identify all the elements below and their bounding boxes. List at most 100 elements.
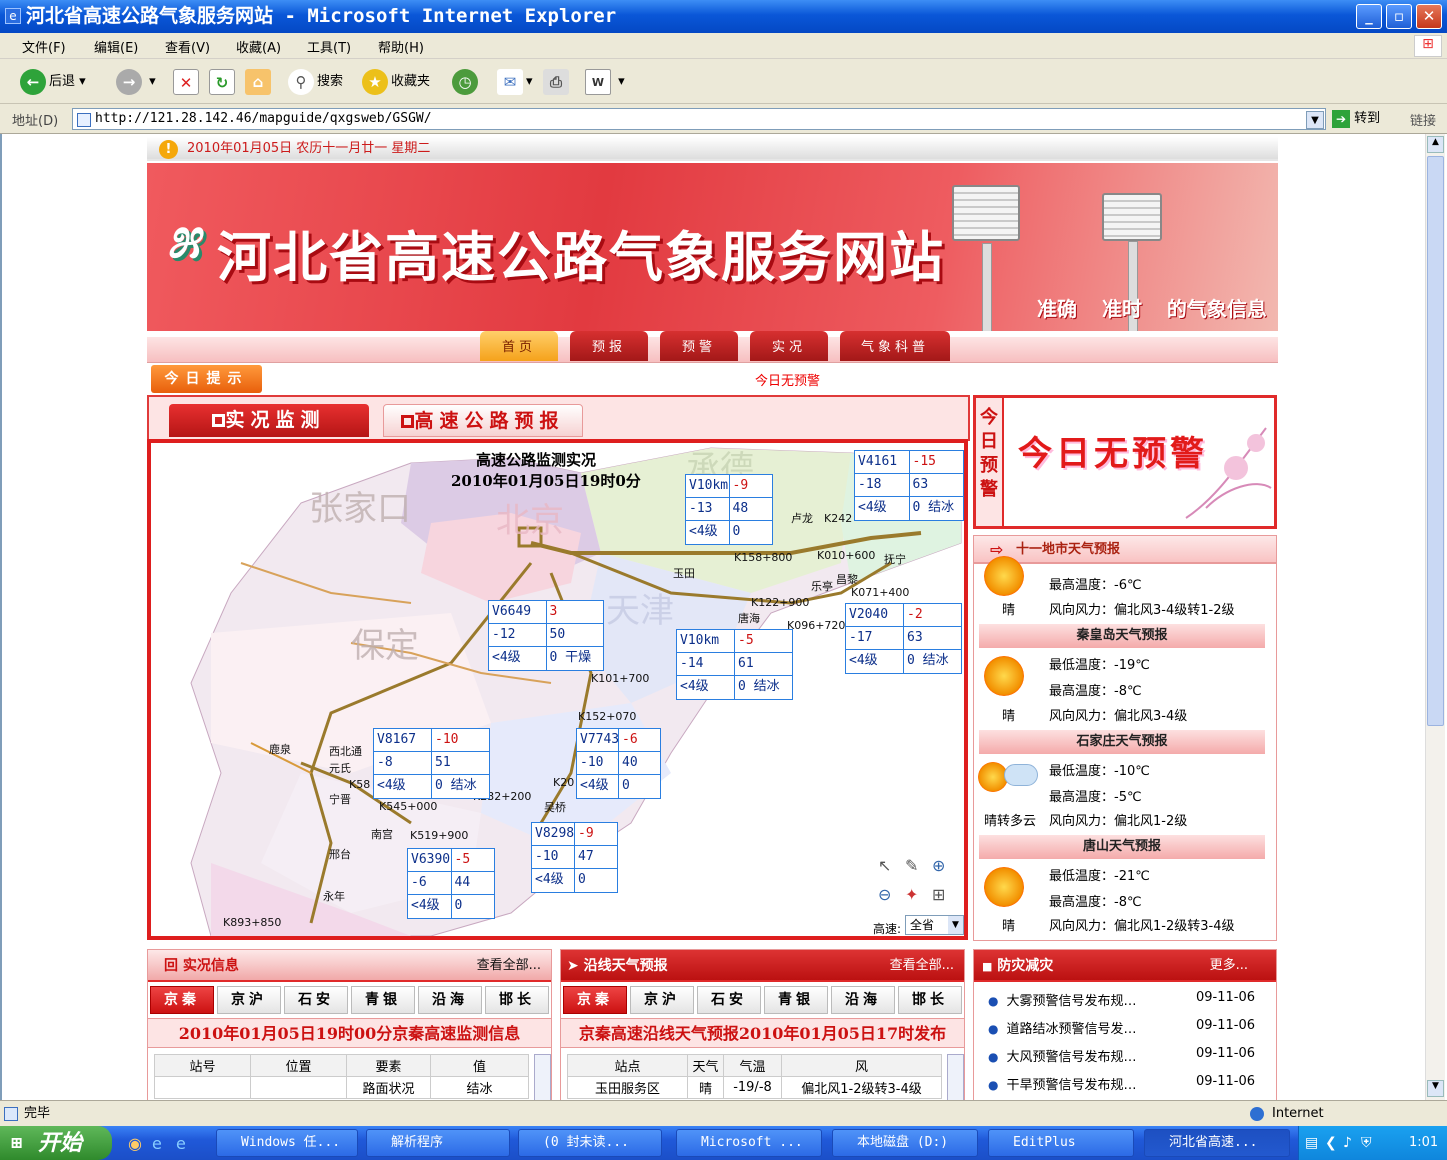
table-scrollbar[interactable] <box>534 1054 551 1101</box>
ie-quicklaunch-icon[interactable]: e <box>176 1134 186 1153</box>
search-button[interactable]: ⚲ 搜索 <box>288 67 343 97</box>
fit-icon[interactable]: ⊞ <box>932 885 945 904</box>
news-item[interactable]: ● 干旱预警信号发布规… <box>988 1074 1137 1093</box>
zoom-in-icon[interactable]: ⊕ <box>932 856 945 875</box>
taskbar-item[interactable]: (0 封未读... <box>518 1129 662 1157</box>
menu-edit[interactable]: 编辑(E) <box>94 37 138 56</box>
flower-decoration-icon <box>1185 427 1272 519</box>
shield-icon[interactable]: ⛨ <box>1361 1126 1372 1160</box>
mail-button[interactable]: ✉ ▾ <box>497 67 533 97</box>
road-tab[interactable]: 京秦 <box>563 986 627 1014</box>
menu-view[interactable]: 查看(V) <box>165 37 210 56</box>
road-tab[interactable]: 邯长 <box>485 986 549 1014</box>
print-button[interactable]: ⎙ <box>543 67 572 97</box>
scroll-thumb[interactable] <box>1427 156 1444 726</box>
taskbar-item[interactable]: 解析程序 <box>366 1129 510 1157</box>
vertical-scrollbar[interactable]: ▲ ▼ <box>1425 134 1445 1100</box>
menu-tools[interactable]: 工具(T) <box>307 37 351 56</box>
road-tab[interactable]: 沿海 <box>418 986 482 1014</box>
firefox-icon[interactable]: ◉ <box>128 1134 142 1153</box>
map-label: K158+800 <box>734 551 793 564</box>
sky-condition: 晴 <box>1002 919 1016 934</box>
nav-home[interactable]: 首页 <box>480 331 558 361</box>
city-forecast-title[interactable]: 石家庄天气预报 <box>979 730 1265 754</box>
road-tab[interactable]: 京沪 <box>630 986 694 1014</box>
road-tab[interactable]: 青银 <box>764 986 828 1014</box>
edit-button[interactable]: W ▾ <box>585 67 625 97</box>
links-label[interactable]: 链接 <box>1410 110 1436 129</box>
station-box[interactable]: V2040 -2 -17 63 <4级 0 结冰 <box>845 603 962 674</box>
station-box[interactable]: V8298 -9 -10 47 <4级 0 <box>531 822 618 893</box>
min-temp: 最低温度：-10℃ <box>1049 764 1150 779</box>
menu-file[interactable]: 文件(F) <box>22 37 66 56</box>
zoom-out-icon[interactable]: ⊖ <box>878 885 891 904</box>
nav-forecast[interactable]: 预报 <box>570 331 648 361</box>
start-button[interactable]: ⊞ 开始 <box>0 1126 112 1160</box>
highway-map[interactable]: 高速公路监测实况 2010年01月05日19时0分 张家口 北京 承德 天津 保… <box>147 439 968 940</box>
station-box[interactable]: V7743 -6 -10 40 <4级 0 <box>576 728 661 799</box>
forward-button[interactable]: → ▾ <box>116 67 156 97</box>
speaker-icon[interactable]: ♪ <box>1343 1126 1352 1160</box>
window-title-bar[interactable]: 河北省高速公路气象服务网站 - Microsoft Internet Explo… <box>0 0 1447 33</box>
scroll-down-arrow-icon[interactable]: ▼ <box>1427 1080 1444 1097</box>
road-tab[interactable]: 邯长 <box>898 986 962 1014</box>
nav-science[interactable]: 气象科普 <box>840 331 950 361</box>
taskbar-item[interactable]: Windows 任... <box>216 1129 358 1157</box>
back-button[interactable]: ← 后退 ▾ <box>20 67 86 97</box>
taskbar-item-active[interactable]: 河北省高速... <box>1144 1129 1290 1157</box>
disaster-more-link[interactable]: 更多... <box>1210 950 1248 982</box>
nav-live[interactable]: 实况 <box>750 331 828 361</box>
station-box[interactable]: V6649 3 -12 50 <4级 0 干燥 <box>488 600 604 671</box>
road-tab[interactable]: 京沪 <box>217 986 281 1014</box>
go-button[interactable]: ➔ 转到 <box>1332 108 1380 130</box>
address-dropdown-button[interactable]: ▼ <box>1306 111 1324 129</box>
road-tab[interactable]: 石安 <box>697 986 761 1014</box>
station-box[interactable]: V6390 -5 -6 44 <4级 0 <box>407 848 495 919</box>
chevron-left-icon[interactable]: ❮ <box>1325 1126 1337 1160</box>
menu-help[interactable]: 帮助(H) <box>378 37 424 56</box>
pointer-icon[interactable]: ↖ <box>878 856 891 875</box>
live-more-link[interactable]: 查看全部... <box>477 950 541 982</box>
table-scrollbar[interactable] <box>947 1054 964 1101</box>
refresh-button[interactable]: ↻ <box>209 67 238 97</box>
news-item[interactable]: ● 大雾预警信号发布规… <box>988 990 1137 1009</box>
network-icon[interactable]: ▤ <box>1305 1126 1318 1160</box>
favorites-button[interactable]: ★ 收藏夹 <box>362 67 430 97</box>
history-button[interactable]: ◷ <box>452 67 481 97</box>
station-box[interactable]: V10km -9 -13 48 <4级 0 <box>685 474 773 545</box>
road-select[interactable]: 全省 ▼ <box>905 915 964 935</box>
scroll-up-arrow-icon[interactable]: ▲ <box>1427 136 1444 153</box>
station-box[interactable]: V10km -5 -14 61 <4级 0 结冰 <box>676 629 793 700</box>
road-tab[interactable]: 青银 <box>351 986 415 1014</box>
road-tab[interactable]: 沿海 <box>831 986 895 1014</box>
city-forecast-title[interactable]: 秦皇岛天气预报 <box>979 624 1265 648</box>
tab-highway-forecast[interactable]: 高速公路预报 <box>383 404 583 437</box>
city-forecast-title[interactable]: 唐山天气预报 <box>979 835 1265 859</box>
tab-live-monitor[interactable]: 实况监测 <box>169 404 369 437</box>
station-box[interactable]: V8167 -10 -8 51 <4级 0 结冰 <box>373 728 490 799</box>
maximize-button[interactable]: ▫ <box>1386 4 1412 29</box>
live-road-tabs: 京秦 京沪 石安 青银 沿海 邯长 <box>148 986 551 1016</box>
nav-warning[interactable]: 预警 <box>660 331 738 361</box>
taskbar-item[interactable]: 本地磁盘 (D:) <box>832 1129 978 1157</box>
road-tab[interactable]: 京秦 <box>150 986 214 1014</box>
road-tab[interactable]: 石安 <box>284 986 348 1014</box>
taskbar-item[interactable]: Microsoft ... <box>676 1129 822 1157</box>
close-button[interactable]: ✕ <box>1416 4 1442 29</box>
today-tip-button[interactable]: 今日提示 <box>151 365 262 393</box>
news-date: 09-11-06 <box>1196 1074 1256 1089</box>
pan-icon[interactable]: ✎ <box>905 856 918 875</box>
wind-info: 风向风力：偏北风1-2级 <box>1049 814 1188 829</box>
news-item[interactable]: ● 道路结冰预警信号发… <box>988 1018 1137 1037</box>
stop-button[interactable]: ✕ <box>173 67 202 97</box>
station-box[interactable]: V4161 -15 -18 63 <4级 0 结冰 <box>854 450 964 521</box>
home-button[interactable]: ⌂ <box>245 67 274 97</box>
along-more-link[interactable]: 查看全部... <box>890 950 954 982</box>
address-input[interactable]: http://121.28.142.46/mapguide/qxgsweb/GS… <box>72 108 1326 130</box>
menu-favorites[interactable]: 收藏(A) <box>236 37 281 56</box>
minimize-button[interactable]: _ <box>1356 4 1382 29</box>
taskbar-item[interactable]: EditPlus <box>988 1129 1134 1157</box>
fullextent-icon[interactable]: ✦ <box>905 885 918 904</box>
ie-quicklaunch-icon[interactable]: e <box>152 1134 162 1153</box>
news-item[interactable]: ● 大风预警信号发布规… <box>988 1046 1137 1065</box>
